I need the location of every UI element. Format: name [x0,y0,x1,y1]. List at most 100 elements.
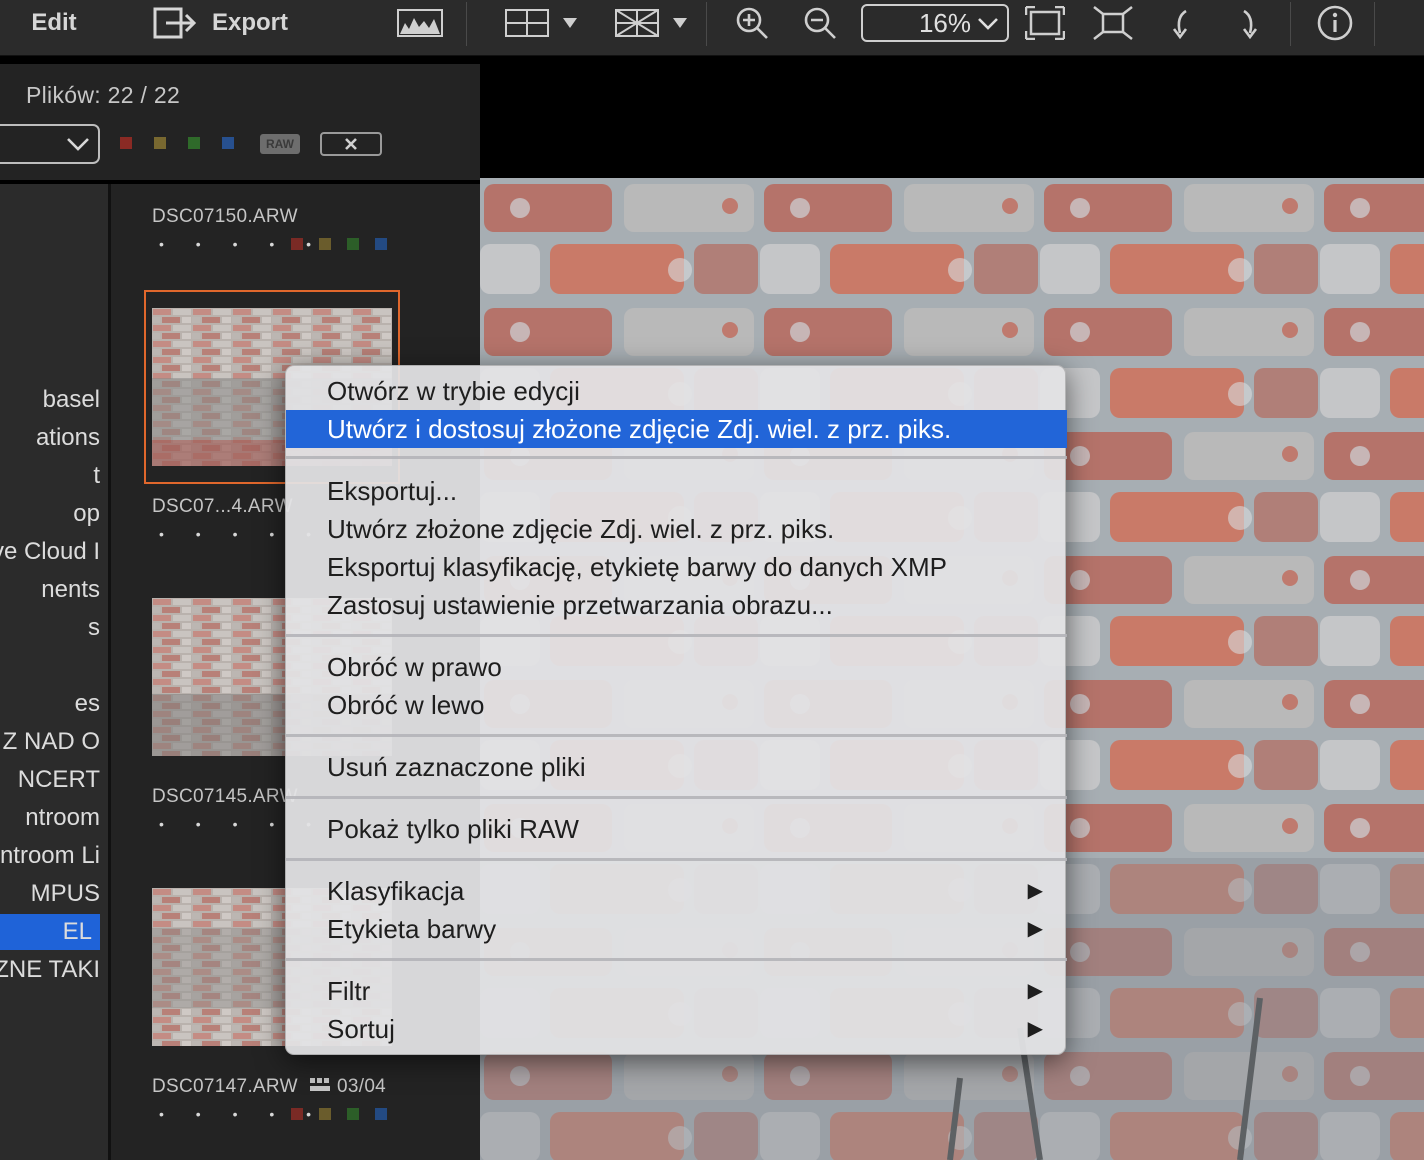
main-toolbar: Edit Export 16% [0,0,1424,56]
folder-tree-item-label: NCERT [17,766,100,793]
folder-tree-item-label: es [74,690,100,717]
dropdown-triangle-icon [673,18,687,28]
menu-item-filter-label: Filtr [327,976,371,1006]
rotate-left-button[interactable] [1166,0,1196,46]
filter-color-red[interactable] [120,137,132,149]
menu-item-color-label[interactable]: Etykieta barwy ▶ [286,910,1067,948]
menu-item-create-adjust-composite[interactable]: Utwórz i dostosuj złożone zdjęcie Zdj. w… [286,410,1067,448]
menu-item-export-xmp[interactable]: Eksportuj klasyfikację, etykietę barwy d… [286,548,1067,586]
menu-item-rotate-left[interactable]: Obróć w lewo [286,686,1067,724]
folder-tree-item[interactable]: ntroom Li [0,838,108,874]
actual-size-icon [1093,6,1133,40]
context-menu: Otwórz w trybie edycji Utwórz i dostosuj… [285,365,1067,1055]
files-count: Plików: 22 / 22 [26,82,181,108]
export-button[interactable]: Export [150,0,300,46]
color-label-green[interactable] [347,1108,359,1120]
menu-item-open-edit[interactable]: Otwórz w trybie edycji [286,372,1067,410]
filter-color-yellow[interactable] [154,137,166,149]
actual-size-button[interactable] [1092,0,1134,46]
folder-tree-item[interactable]: Z NAD O [0,724,108,760]
color-label-yellow[interactable] [319,238,331,250]
color-label-blue[interactable] [375,238,387,250]
folder-tree-item-label: basel [42,386,100,413]
rotate-right-icon [1242,9,1258,39]
color-label-green[interactable] [347,238,359,250]
close-icon [345,138,357,150]
zoom-out-button[interactable] [800,0,840,46]
submenu-arrow-icon: ▶ [1027,880,1043,902]
thumbnail-filename: DSC07...4.ARW [152,496,293,517]
edit-button[interactable]: Edit [22,0,86,46]
filter-panel: Plików: 22 / 22 RAW [0,64,480,180]
menu-separator [286,734,1067,737]
chevron-down-icon [978,18,998,30]
submenu-arrow-icon: ▶ [1027,1018,1043,1040]
filter-raw-toggle[interactable]: RAW [260,134,300,154]
folder-tree-item[interactable]: nents [0,572,108,608]
thumbnail-filename-text: DSC07147.ARW [152,1076,298,1097]
zoom-level-select[interactable]: 16% [861,4,1009,42]
filter-select[interactable] [0,124,100,164]
menu-item-rotate-right[interactable]: Obróć w prawo [286,648,1067,686]
menu-item-export[interactable]: Eksportuj... [286,472,1067,510]
folder-tree-item[interactable]: ations [0,420,108,456]
folder-tree-item[interactable]: NCERT [0,762,108,798]
zoom-in-icon [736,7,768,39]
folder-tree-item[interactable]: ZNE TAKI [0,952,108,988]
menu-item-filter[interactable]: Filtr ▶ [286,972,1067,1010]
toolbar-separator [466,2,467,46]
zoom-in-button[interactable] [732,0,772,46]
folder-tree-item[interactable]: s [0,610,108,646]
layout-menu[interactable] [496,0,586,46]
menu-item-rating[interactable]: Klasyfikacja ▶ [286,872,1067,910]
menu-separator [286,958,1067,961]
folder-tree-item-label: ations [35,424,100,451]
menu-item-sort-label: Sortuj [327,1014,395,1044]
menu-item-color-label-label: Etykieta barwy [327,914,497,944]
folder-tree-item[interactable]: basel [0,382,108,418]
histogram-icon [397,9,443,37]
color-label-red[interactable] [291,1108,303,1120]
folder-tree-item-label: ve Cloud I [0,538,100,565]
thumbnail-filename: DSC07147.ARW 03/04 [152,1076,386,1098]
fit-screen-button[interactable] [1024,0,1066,46]
clear-filter-button[interactable] [320,132,382,156]
info-icon [1317,5,1353,41]
folder-tree-item[interactable]: t [0,458,108,494]
folder-tree-item-label: ntroom Li [0,842,100,869]
folder-tree-item-label: EL [62,918,92,945]
color-label-blue[interactable] [375,1108,387,1120]
guide-menu[interactable] [606,0,696,46]
filter-color-green[interactable] [188,137,200,149]
folder-tree-item-label: nents [41,576,100,603]
info-button[interactable] [1314,0,1356,46]
menu-separator [286,858,1067,861]
rotate-right-button[interactable] [1234,0,1264,46]
filter-color-blue[interactable] [222,137,234,149]
menu-separator [286,634,1067,637]
folder-tree-item[interactable]: ntroom [0,800,108,836]
menu-item-delete-selected[interactable]: Usuń zaznaczone pliki [286,748,1067,786]
menu-item-apply-settings[interactable]: Zastosuj ustawienie przetwarzania obrazu… [286,586,1067,624]
folder-tree-item-label: MPUS [30,880,100,907]
color-label-yellow[interactable] [319,1108,331,1120]
folder-tree-item[interactable]: MPUS [0,876,108,912]
zoom-level-value: 16% [918,7,971,38]
menu-item-create-composite[interactable]: Utwórz złożone zdjęcie Zdj. wiel. z prz.… [286,510,1067,548]
export-label: Export [212,9,289,36]
folder-tree-item[interactable]: EL [0,914,100,950]
menu-item-sort[interactable]: Sortuj ▶ [286,1010,1067,1048]
menu-separator [286,456,1067,459]
folder-tree-item[interactable]: es [0,686,108,722]
folder-tree-item[interactable]: ve Cloud I [0,534,108,570]
thumbnail-filename: DSC07145.ARW [152,786,298,807]
zoom-out-icon [804,7,836,39]
color-label-red[interactable] [291,238,303,250]
group-stack-icon [310,1078,331,1091]
folder-tree-item-label: s [88,614,100,641]
folder-tree-item-label: ntroom [25,804,100,831]
folder-tree-item[interactable]: op [0,496,108,532]
histogram-button[interactable] [396,0,444,46]
menu-item-show-raw-only[interactable]: Pokaż tylko pliki RAW [286,810,1067,848]
thumbnail-filename: DSC07150.ARW [152,206,298,227]
